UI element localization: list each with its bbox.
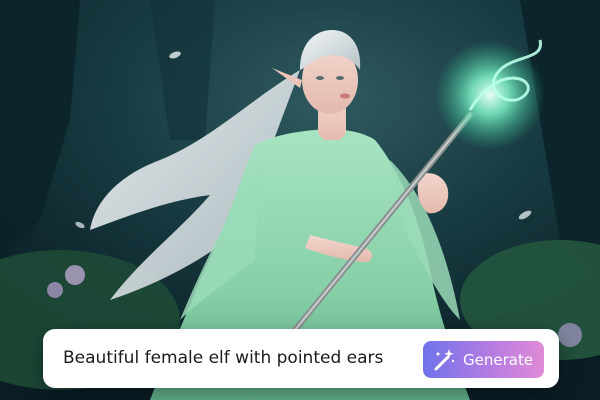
prompt-bar: Beautiful female elf with pointed ears G…	[43, 329, 559, 388]
flower-left-small	[47, 282, 63, 298]
flower-right	[558, 323, 582, 347]
lips	[340, 93, 350, 99]
generated-image-canvas: Beautiful female elf with pointed ears G…	[0, 0, 600, 400]
eye-right	[336, 76, 344, 80]
magic-wand-icon	[429, 346, 457, 374]
eye-left	[316, 76, 324, 80]
generate-button[interactable]: Generate	[423, 341, 544, 378]
flower-left	[65, 265, 85, 285]
prompt-input[interactable]: Beautiful female elf with pointed ears	[63, 329, 383, 388]
generate-button-label: Generate	[463, 350, 534, 369]
